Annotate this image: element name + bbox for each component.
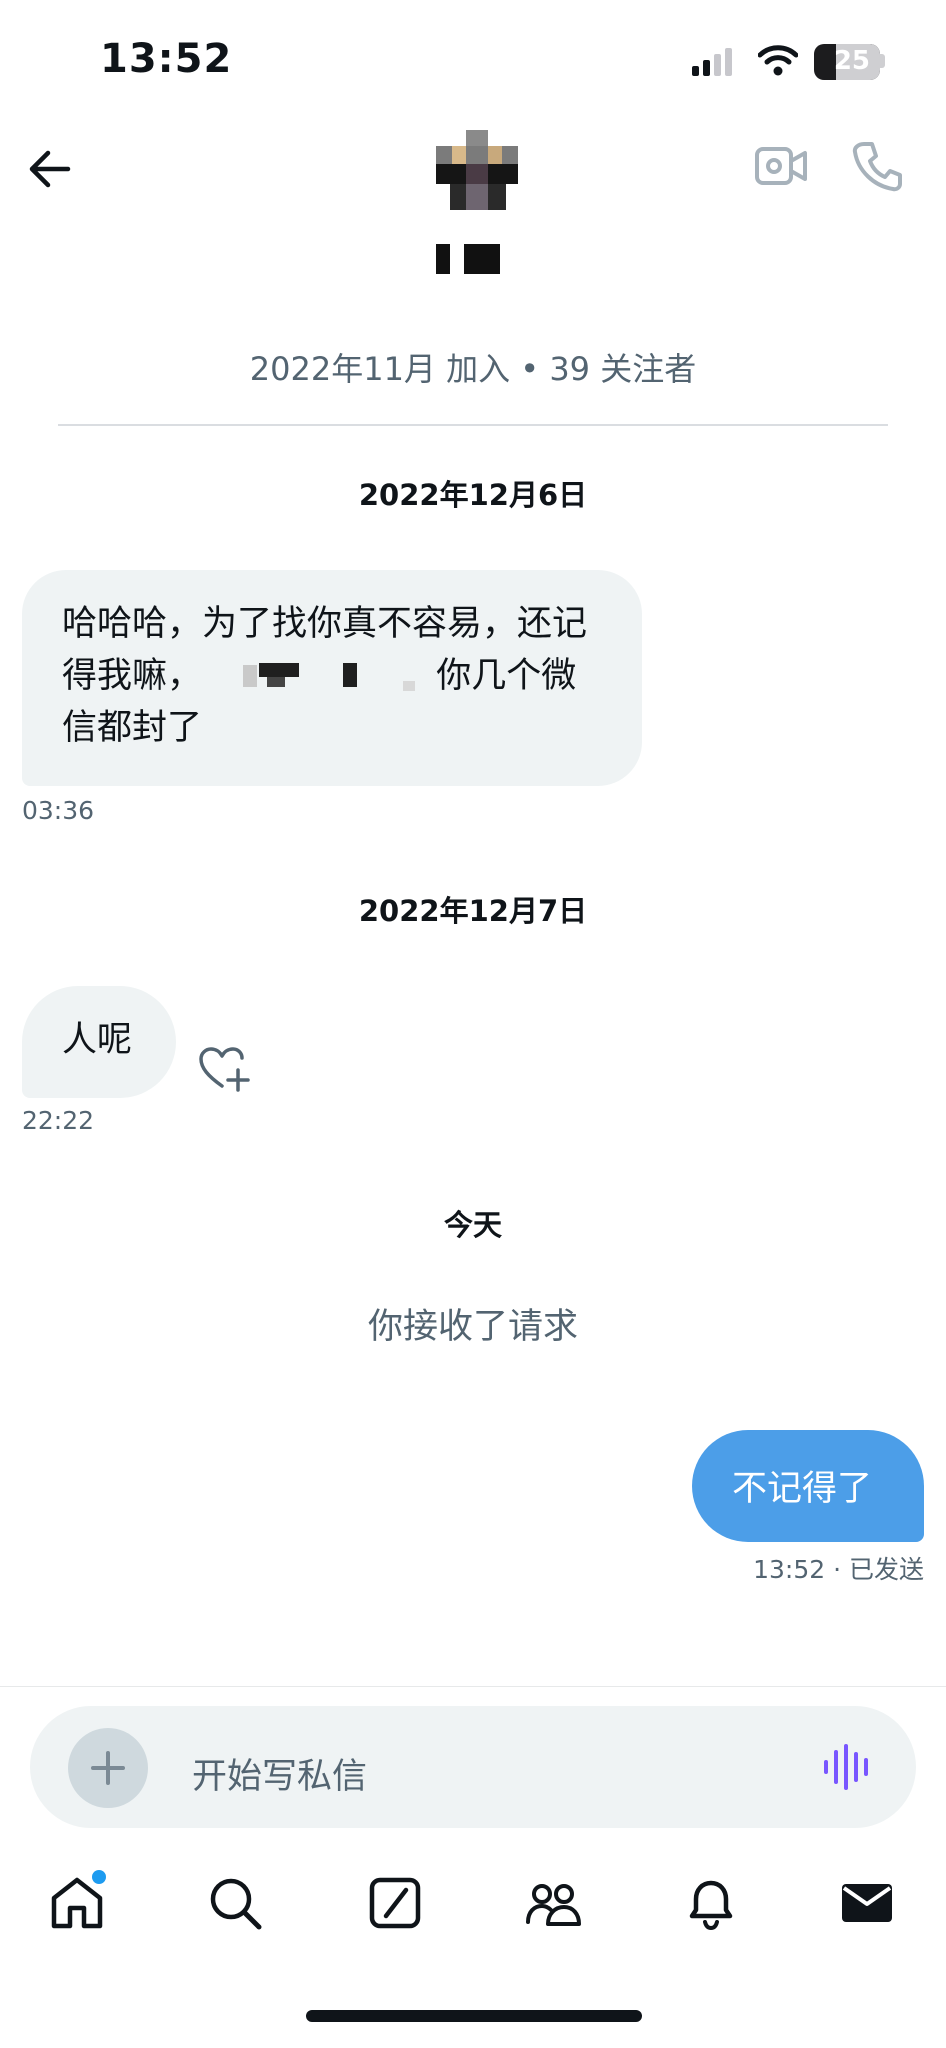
notifications-icon[interactable]: [680, 1872, 742, 1934]
status-time: 13:52: [100, 36, 233, 82]
message-timestamp: 03:36: [22, 796, 95, 825]
message-input[interactable]: 开始写私信: [192, 1748, 367, 1799]
composer-divider: [0, 1686, 946, 1687]
video-call-icon[interactable]: [754, 144, 808, 188]
system-note: 你接收了请求: [367, 1307, 578, 1347]
incoming-message-bubble[interactable]: 人呢: [22, 986, 176, 1098]
outgoing-message-bubble[interactable]: 不记得了: [692, 1430, 924, 1542]
date-separator: 2022年12月6日: [358, 478, 588, 512]
home-notification-dot: [92, 1870, 106, 1884]
search-icon[interactable]: [204, 1872, 266, 1934]
voice-message-icon[interactable]: [822, 1744, 872, 1790]
date-separator: 2022年12月7日: [358, 894, 588, 928]
message-timestamp: 22:22: [22, 1106, 95, 1135]
battery-icon: 25: [814, 44, 880, 80]
message-composer[interactable]: [30, 1706, 916, 1828]
plus-icon: [91, 1751, 125, 1785]
communities-icon[interactable]: [522, 1872, 584, 1934]
message-text: 不记得了: [732, 1469, 873, 1509]
compose-icon[interactable]: [364, 1872, 426, 1934]
username-redacted: [436, 244, 500, 274]
wifi-icon: [758, 45, 798, 76]
battery-level: 25: [833, 46, 870, 76]
battery-tip: [880, 54, 885, 68]
home-indicator: [306, 2010, 642, 2022]
avatar[interactable]: [436, 130, 518, 212]
messages-icon[interactable]: [836, 1872, 898, 1934]
incoming-message-bubble[interactable]: 哈哈哈，为了找你真不容易，还记得我嘛， 你几个微信都封了: [22, 570, 642, 786]
divider: [58, 424, 888, 426]
phone-icon[interactable]: [852, 140, 902, 192]
back-arrow-icon[interactable]: [24, 144, 74, 194]
message-status: 13:52 · 已发送: [753, 1555, 924, 1584]
message-text: 人呢: [62, 1020, 133, 1060]
add-reaction-heart-icon[interactable]: [198, 1046, 252, 1092]
join-info: 2022年11月 加入 • 39 关注者: [249, 350, 697, 388]
date-separator: 今天: [443, 1208, 502, 1242]
add-media-button[interactable]: [68, 1728, 148, 1808]
redacted-text: [243, 663, 416, 691]
cellular-signal-icon: [692, 48, 732, 76]
